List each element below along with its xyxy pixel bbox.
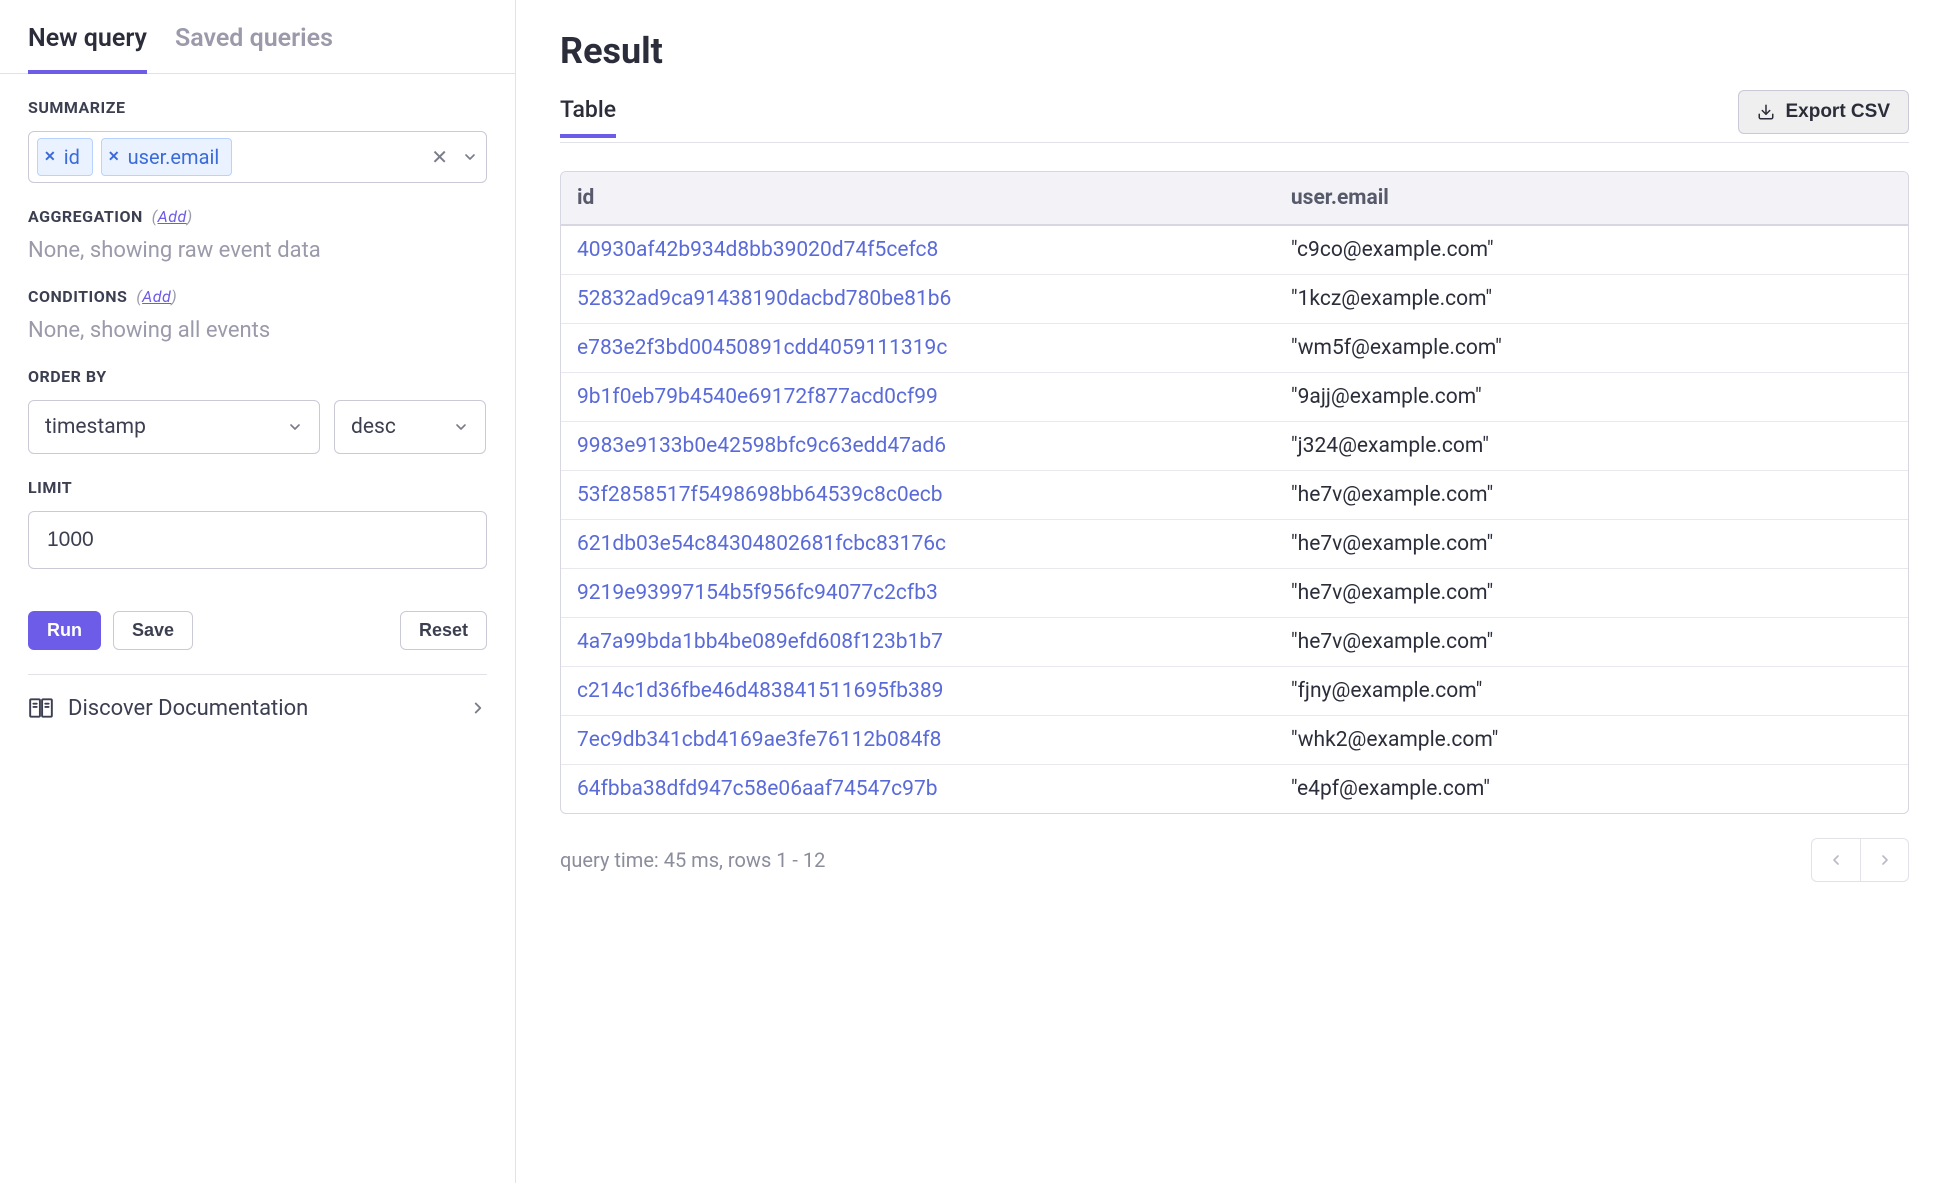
aggregation-placeholder: None, showing raw event data <box>28 238 487 263</box>
cell-email: "e4pf@example.com" <box>1275 765 1908 814</box>
column-header-email[interactable]: user.email <box>1275 172 1908 225</box>
page-next-button[interactable] <box>1860 839 1908 881</box>
chevron-down-icon[interactable] <box>462 149 478 165</box>
orderby-direction-select[interactable]: desc <box>334 400 486 454</box>
result-panel: Result Table Export CSV id <box>516 0 1953 1183</box>
cell-email: "1kcz@example.com" <box>1275 275 1908 324</box>
conditions-add-link[interactable]: Add <box>142 287 171 306</box>
limit-section: LIMIT <box>0 454 515 569</box>
cell-email: "he7v@example.com" <box>1275 520 1908 569</box>
table-row: 52832ad9ca91438190dacbd780be81b6"1kcz@ex… <box>561 275 1908 324</box>
conditions-label: CONDITIONS (Add) <box>28 287 487 306</box>
cell-id[interactable]: 64fbba38dfd947c58e06aaf74547c97b <box>561 765 1275 814</box>
chip-label: id <box>64 145 80 169</box>
cell-id[interactable]: 9983e9133b0e42598bfc9c63edd47ad6 <box>561 422 1275 471</box>
cell-id[interactable]: 621db03e54c84304802681fcbc83176c <box>561 520 1275 569</box>
cell-email: "9ajj@example.com" <box>1275 373 1908 422</box>
cell-email: "he7v@example.com" <box>1275 569 1908 618</box>
orderby-direction-value: desc <box>351 415 396 439</box>
cell-id[interactable]: 52832ad9ca91438190dacbd780be81b6 <box>561 275 1275 324</box>
cell-email: "c9co@example.com" <box>1275 225 1908 275</box>
result-table: id user.email 40930af42b934d8bb39020d74f… <box>560 171 1909 814</box>
orderby-label: ORDER BY <box>28 367 487 386</box>
cell-id[interactable]: e783e2f3bd00450891cdd4059111319c <box>561 324 1275 373</box>
query-sidebar: New query Saved queries SUMMARIZE ✕ id ✕… <box>0 0 516 1183</box>
cell-id[interactable]: c214c1d36fbe46d483841511695fb389 <box>561 667 1275 716</box>
chevron-right-icon <box>469 699 487 717</box>
page-prev-button[interactable] <box>1812 839 1860 881</box>
pagination <box>1811 838 1909 882</box>
orderby-column-value: timestamp <box>45 415 146 439</box>
table-row: 9219e93997154b5f956fc94077c2cfb3"he7v@ex… <box>561 569 1908 618</box>
orderby-column-select[interactable]: timestamp <box>28 400 320 454</box>
chip-remove-icon[interactable]: ✕ <box>44 149 56 165</box>
conditions-section: CONDITIONS (Add) None, showing all event… <box>0 263 515 343</box>
cell-email: "j324@example.com" <box>1275 422 1908 471</box>
cell-email: "wm5f@example.com" <box>1275 324 1908 373</box>
table-row: 40930af42b934d8bb39020d74f5cefc8"c9co@ex… <box>561 225 1908 275</box>
summarize-label: SUMMARIZE <box>28 98 487 117</box>
table-row: e783e2f3bd00450891cdd4059111319c"wm5f@ex… <box>561 324 1908 373</box>
cell-id[interactable]: 40930af42b934d8bb39020d74f5cefc8 <box>561 225 1275 275</box>
discover-docs-link[interactable]: Discover Documentation <box>0 695 515 721</box>
cell-id[interactable]: 7ec9db341cbd4169ae3fe76112b084f8 <box>561 716 1275 765</box>
tab-saved-queries[interactable]: Saved queries <box>175 24 333 73</box>
aggregation-section: AGGREGATION (Add) None, showing raw even… <box>0 183 515 263</box>
cell-id[interactable]: 53f2858517f5498698bb64539c8c0ecb <box>561 471 1275 520</box>
cell-email: "fjny@example.com" <box>1275 667 1908 716</box>
run-button[interactable]: Run <box>28 611 101 650</box>
cell-email: "whk2@example.com" <box>1275 716 1908 765</box>
limit-label: LIMIT <box>28 478 487 497</box>
result-title: Result <box>560 30 1909 72</box>
summarize-section: SUMMARIZE ✕ id ✕ user.email ✕ <box>0 74 515 183</box>
aggregation-add-link[interactable]: Add <box>158 207 187 226</box>
table-row: 9983e9133b0e42598bfc9c63edd47ad6"j324@ex… <box>561 422 1908 471</box>
conditions-placeholder: None, showing all events <box>28 318 487 343</box>
aggregation-label: AGGREGATION (Add) <box>28 207 487 226</box>
cell-email: "he7v@example.com" <box>1275 471 1908 520</box>
table-row: 4a7a99bda1bb4be089efd608f123b1b7"he7v@ex… <box>561 618 1908 667</box>
chip-remove-icon[interactable]: ✕ <box>108 149 120 165</box>
export-csv-label: Export CSV <box>1785 101 1890 123</box>
cell-id[interactable]: 9b1f0eb79b4540e69172f877acd0cf99 <box>561 373 1275 422</box>
chevron-down-icon <box>453 419 469 435</box>
table-row: 53f2858517f5498698bb64539c8c0ecb"he7v@ex… <box>561 471 1908 520</box>
chip-label: user.email <box>128 145 220 169</box>
clear-all-icon[interactable]: ✕ <box>431 145 448 169</box>
cell-id[interactable]: 9219e93997154b5f956fc94077c2cfb3 <box>561 569 1275 618</box>
save-button[interactable]: Save <box>113 611 193 650</box>
export-csv-button[interactable]: Export CSV <box>1738 90 1909 134</box>
docs-label: Discover Documentation <box>68 696 308 721</box>
download-icon <box>1757 103 1775 121</box>
action-buttons: Run Save Reset <box>0 569 515 675</box>
sidebar-tabs: New query Saved queries <box>0 0 515 74</box>
tab-new-query[interactable]: New query <box>28 24 147 73</box>
table-row: 9b1f0eb79b4540e69172f877acd0cf99"9ajj@ex… <box>561 373 1908 422</box>
query-stats: query time: 45 ms, rows 1 - 12 <box>560 848 825 872</box>
summarize-multiselect[interactable]: ✕ id ✕ user.email ✕ <box>28 131 487 183</box>
result-tab-table[interactable]: Table <box>560 96 616 137</box>
table-row: 64fbba38dfd947c58e06aaf74547c97b"e4pf@ex… <box>561 765 1908 814</box>
orderby-section: ORDER BY timestamp desc <box>0 343 515 454</box>
table-row: c214c1d36fbe46d483841511695fb389"fjny@ex… <box>561 667 1908 716</box>
summarize-chip-user-email: ✕ user.email <box>101 138 232 176</box>
limit-input[interactable] <box>28 511 487 569</box>
column-header-id[interactable]: id <box>561 172 1275 225</box>
result-footer: query time: 45 ms, rows 1 - 12 <box>560 838 1909 882</box>
conditions-label-text: CONDITIONS <box>28 287 127 306</box>
cell-email: "he7v@example.com" <box>1275 618 1908 667</box>
reset-button[interactable]: Reset <box>400 611 487 650</box>
cell-id[interactable]: 4a7a99bda1bb4be089efd608f123b1b7 <box>561 618 1275 667</box>
aggregation-label-text: AGGREGATION <box>28 207 143 226</box>
summarize-chip-id: ✕ id <box>37 138 93 176</box>
chevron-down-icon <box>287 419 303 435</box>
table-row: 7ec9db341cbd4169ae3fe76112b084f8"whk2@ex… <box>561 716 1908 765</box>
table-row: 621db03e54c84304802681fcbc83176c"he7v@ex… <box>561 520 1908 569</box>
result-tabs: Table Export CSV <box>560 90 1909 143</box>
docs-icon <box>28 695 54 721</box>
